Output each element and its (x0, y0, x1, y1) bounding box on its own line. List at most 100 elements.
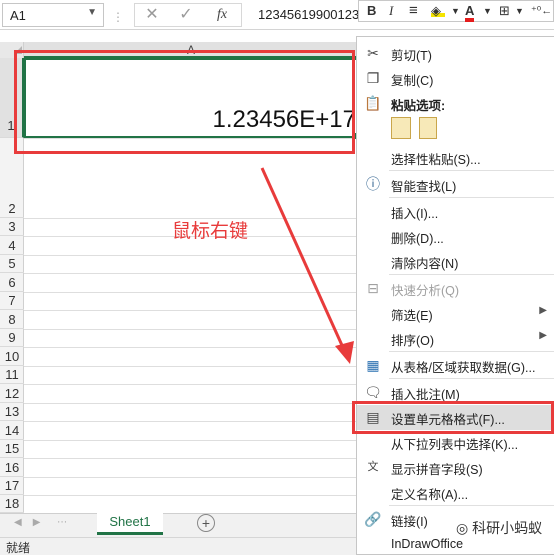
gridline (24, 329, 358, 330)
chevron-down-icon[interactable]: ▼ (515, 1, 524, 21)
menu-item-insert[interactable]: 插入(I)... (357, 199, 554, 224)
status-bar (0, 537, 358, 555)
borders-icon[interactable]: ⊞ (499, 1, 510, 21)
wechat-icon: ◎ (456, 520, 473, 536)
name-box-value: A1 (10, 8, 26, 23)
cancel-icon[interactable]: ✕ (138, 4, 166, 26)
row-header-17[interactable]: 17 (0, 477, 24, 495)
menu-item-sort[interactable]: 排序(O) ▶ (357, 326, 554, 351)
gridline (24, 366, 358, 367)
menu-item-pick-from-list-label: 从下拉列表中选择(K)... (391, 438, 519, 452)
tab-sheet1[interactable]: Sheet1 (97, 511, 163, 535)
gridline (24, 495, 358, 496)
menu-item-paste-special[interactable]: 选择性粘贴(S)... (357, 145, 554, 170)
mini-toolbar: B I ≡ ◈ ▼ A ▼ ⊞ ▼ ⁺⁰← (358, 0, 554, 22)
menu-item-copy-label: 复制(C) (391, 74, 434, 88)
row-header-15[interactable]: 15 (0, 440, 24, 458)
paste-formatting-icon[interactable] (391, 117, 411, 139)
chevron-down-icon[interactable]: ▼ (483, 1, 492, 21)
menu-item-cut-label: 剪切(T) (391, 49, 432, 63)
align-icon[interactable]: ≡ (409, 1, 418, 21)
menu-item-filter[interactable]: 筛选(E) ▶ (357, 301, 554, 326)
row-header-14[interactable]: 14 (0, 421, 24, 440)
row-header-10[interactable]: 10 (0, 347, 24, 366)
decrease-decimal-icon[interactable]: ⁺⁰← (531, 1, 552, 21)
enter-check-icon[interactable]: ✓ (172, 4, 200, 26)
menu-item-copy[interactable]: ❐ 复制(C) (357, 66, 554, 91)
menu-separator (389, 505, 554, 506)
formula-input[interactable]: 123456199001234 (252, 3, 362, 27)
tab-scroll-arrows-icon[interactable]: ◀ ▶ ⋯ (14, 517, 67, 528)
menu-item-phonetic[interactable]: 文 显示拼音字段(S) (357, 455, 554, 480)
menu-separator (389, 170, 554, 171)
scissors-icon: ✂ (367, 45, 379, 61)
row-header-3[interactable]: 3 (0, 218, 24, 236)
menu-item-get-data[interactable]: ▦ 从表格/区域获取数据(G)... (357, 353, 554, 378)
row-header-8[interactable]: 8 (0, 310, 24, 329)
paste-values-icon[interactable] (419, 117, 437, 139)
copy-icon: ❐ (366, 70, 380, 86)
gridline (24, 421, 358, 422)
menu-item-quick-analysis-label: 快速分析(Q) (391, 284, 460, 298)
row-header-12[interactable]: 12 (0, 384, 24, 403)
add-sheet-button[interactable]: + (197, 514, 215, 532)
menu-item-delete[interactable]: 删除(D)... (357, 224, 554, 249)
gridline (24, 403, 358, 404)
menu-item-filter-label: 筛选(E) (391, 309, 433, 323)
row-header-5[interactable]: 5 (0, 255, 24, 273)
context-menu: ✂ 剪切(T) ❐ 复制(C) 📋 粘贴选项: 选择性粘贴(S)... ⓘ 智能… (356, 36, 554, 555)
gridline (24, 273, 358, 274)
gridline (24, 347, 358, 348)
menu-item-clear-contents[interactable]: 清除内容(N) (357, 249, 554, 274)
name-box[interactable]: A1 ▼ (2, 3, 104, 27)
smart-lookup-icon: ⓘ (366, 176, 380, 192)
quick-analysis-icon: ⊟ (367, 280, 379, 296)
gridline (24, 458, 358, 459)
paste-options-header: 📋 粘贴选项: (357, 91, 554, 116)
menu-item-delete-label: 删除(D)... (391, 232, 444, 246)
menu-separator (389, 351, 554, 352)
gridline (24, 440, 358, 441)
insert-function-button[interactable]: fx (208, 4, 236, 26)
menu-item-paste-special-label: 选择性粘贴(S)... (391, 153, 481, 167)
menu-item-sort-label: 排序(O) (391, 334, 435, 348)
status-text: 就绪 (6, 541, 31, 555)
comment-icon: 🗨 (364, 384, 382, 400)
font-color-icon[interactable]: A (465, 1, 475, 22)
chevron-down-icon[interactable]: ▼ (451, 1, 460, 21)
gridline (24, 292, 358, 293)
fill-color-icon[interactable]: ◈ (431, 1, 445, 21)
menu-item-indraw-label: InDrawOffice (391, 537, 464, 551)
chevron-right-icon: ▶ (539, 305, 547, 316)
menu-item-insert-label: 插入(I)... (391, 207, 439, 221)
annotation-text: 鼠标右键 (172, 221, 249, 242)
row-header-13[interactable]: 13 (0, 403, 24, 421)
row-header-4[interactable]: 4 (0, 236, 24, 255)
row-header-11[interactable]: 11 (0, 366, 24, 384)
gridline (24, 255, 358, 256)
menu-item-quick-analysis[interactable]: ⊟ 快速分析(Q) (357, 276, 554, 301)
menu-separator (389, 197, 554, 198)
menu-item-get-data-label: 从表格/区域获取数据(G)... (391, 361, 536, 375)
menu-item-cut[interactable]: ✂ 剪切(T) (357, 41, 554, 66)
row-header-9[interactable]: 9 (0, 329, 24, 347)
paste-options-label: 粘贴选项: (391, 99, 446, 113)
chevron-down-icon[interactable]: ▼ (87, 7, 97, 18)
menu-item-define-name[interactable]: 定义名称(A)... (357, 480, 554, 505)
menu-item-smart-lookup[interactable]: ⓘ 智能查找(L) (357, 172, 554, 197)
bold-button[interactable]: B (367, 1, 376, 21)
row-header-6[interactable]: 6 (0, 273, 24, 292)
row-header-7[interactable]: 7 (0, 292, 24, 310)
row-header-16[interactable]: 16 (0, 458, 24, 477)
resize-dots-icon[interactable]: ⋮ (112, 10, 124, 24)
gridline (24, 310, 358, 311)
row-header-18[interactable]: 18 (0, 495, 24, 513)
watermark: ◎ 科研小蚂蚁 (456, 518, 542, 538)
menu-item-smart-lookup-label: 智能查找(L) (391, 180, 457, 194)
menu-separator (389, 378, 554, 379)
menu-separator (389, 274, 554, 275)
menu-item-clear-contents-label: 清除内容(N) (391, 257, 459, 271)
chevron-right-icon: ▶ (539, 330, 547, 341)
menu-item-link-label: 链接(I) (391, 515, 428, 529)
italic-button[interactable]: I (389, 1, 393, 21)
